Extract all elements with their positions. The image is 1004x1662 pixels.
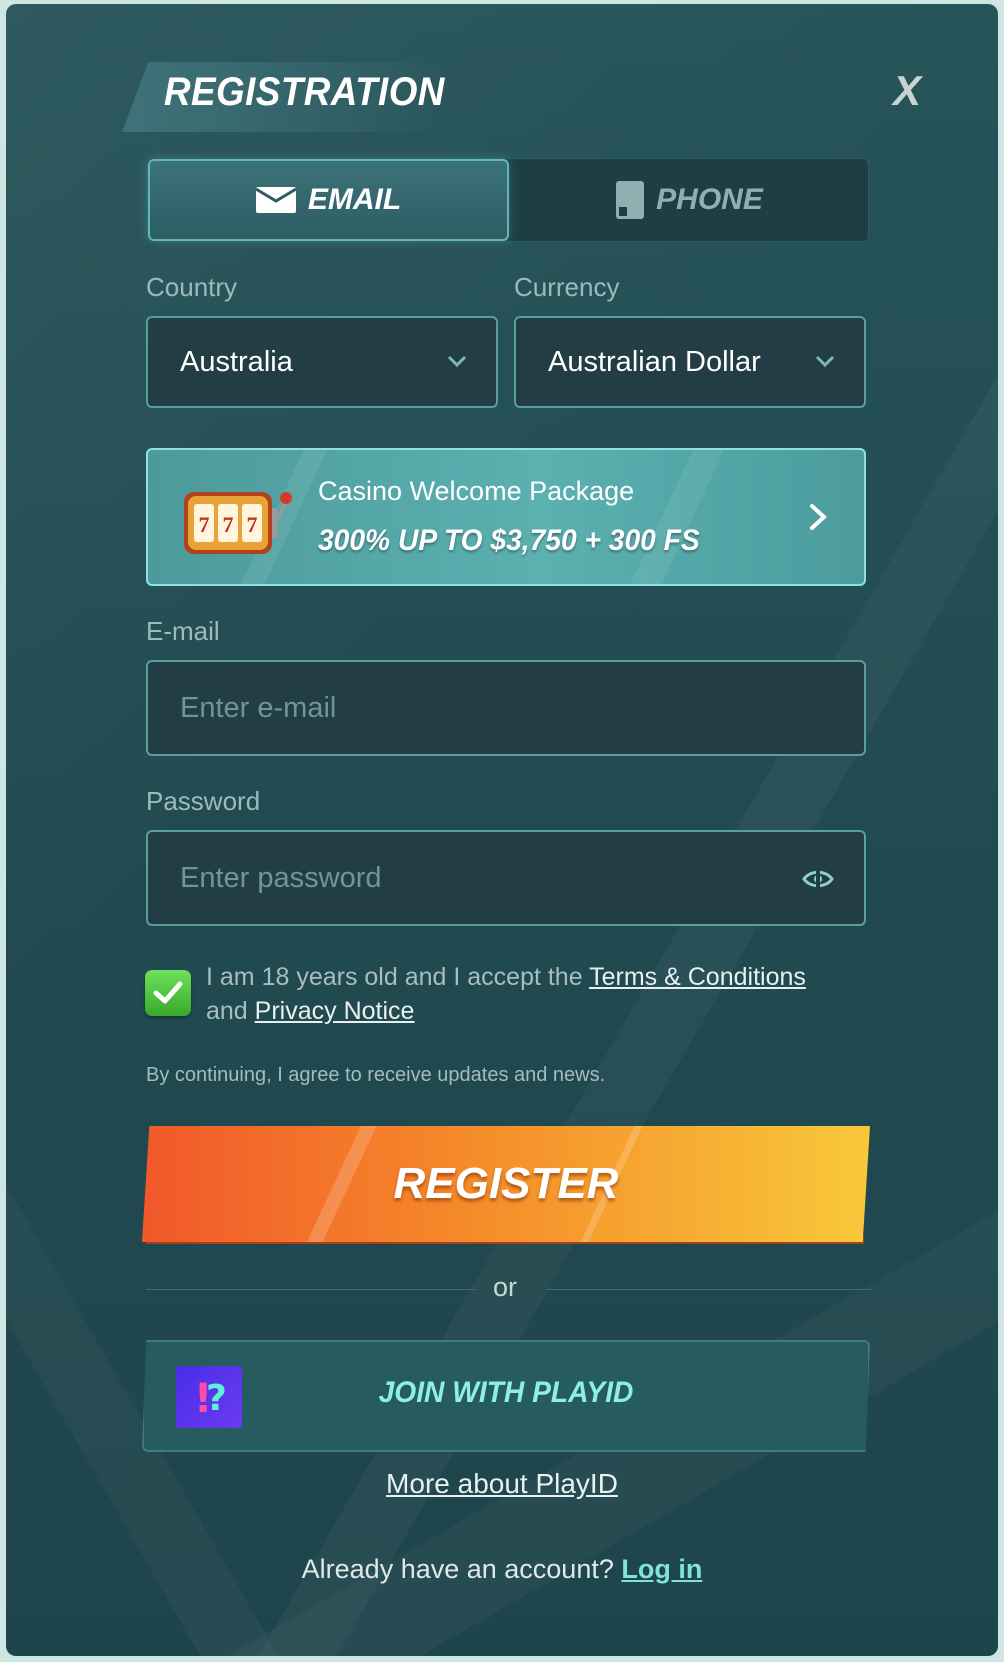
eye-toggle-icon[interactable] — [800, 864, 836, 894]
country-value: Australia — [180, 345, 293, 378]
country-select[interactable]: Australia — [146, 316, 498, 408]
login-prompt-text: Already have an account? — [301, 1554, 614, 1584]
tab-email-label: EMAIL — [307, 183, 402, 216]
login-link[interactable]: Log in — [621, 1554, 702, 1584]
privacy-link[interactable]: Privacy Notice — [255, 997, 415, 1025]
email-field[interactable]: Enter e-mail — [146, 660, 866, 756]
more-about-playid-link[interactable]: More about PlayID — [386, 1468, 618, 1499]
more-about-playid: More about PlayID — [6, 1468, 998, 1500]
title-banner: REGISTRATION — [122, 62, 452, 132]
svg-text:7: 7 — [247, 512, 258, 537]
tab-phone-label: PHONE — [656, 183, 763, 216]
email-label: E-mail — [146, 616, 220, 646]
register-label: REGISTER — [393, 1159, 619, 1208]
welcome-package-banner[interactable]: 7 7 7 Casino Welcome Package 300% UP TO … — [146, 448, 866, 586]
chevron-down-icon — [447, 355, 467, 368]
phone-icon — [616, 181, 645, 219]
consent-prefix: I am 18 years old and I accept the — [206, 963, 583, 991]
consent-checkbox[interactable] — [145, 970, 191, 1016]
divider-right — [546, 1289, 872, 1290]
close-icon: X — [892, 67, 921, 114]
login-prompt: Already have an account? Log in — [6, 1554, 998, 1585]
currency-label: Currency — [514, 272, 620, 302]
consent-text: I am 18 years old and I accept the Terms… — [206, 960, 846, 1028]
or-separator: or — [492, 1272, 517, 1302]
updates-notice: By continuing, I agree to receive update… — [146, 1064, 606, 1086]
svg-text:7: 7 — [199, 512, 210, 537]
join-playid-button[interactable]: ! ? JOIN WITH PLAYID — [142, 1340, 870, 1452]
currency-select[interactable]: Australian Dollar — [514, 316, 866, 408]
password-field[interactable]: Enter password — [146, 830, 866, 926]
password-label: Password — [146, 786, 261, 816]
auth-method-tabs: EMAIL PHONE — [147, 158, 869, 242]
tab-email[interactable]: EMAIL — [148, 159, 509, 241]
divider-left — [146, 1289, 476, 1290]
modal-title: REGISTRATION — [164, 70, 445, 114]
terms-link[interactable]: Terms & Conditions — [589, 963, 806, 991]
chevron-down-icon — [815, 355, 835, 368]
svg-text:7: 7 — [223, 512, 234, 537]
close-button[interactable]: X — [882, 66, 932, 116]
currency-value: Australian Dollar — [548, 345, 761, 378]
slot-machine-icon: 7 7 7 — [184, 492, 292, 554]
chevron-right-icon — [810, 504, 827, 530]
playid-label: JOIN WITH PLAYID — [378, 1376, 634, 1409]
email-placeholder: Enter e-mail — [180, 691, 337, 724]
registration-modal: REGISTRATION X EMAIL PHONE Country Austr… — [6, 4, 998, 1656]
promo-value: 300% UP TO $3,750 + 300 FS — [318, 524, 700, 557]
consent-middle: and — [206, 997, 248, 1025]
envelope-icon — [255, 187, 297, 213]
tab-phone[interactable]: PHONE — [509, 159, 870, 241]
promo-label: Casino Welcome Package — [318, 476, 635, 506]
register-button[interactable]: REGISTER — [142, 1126, 870, 1242]
password-placeholder: Enter password — [180, 861, 382, 894]
checkmark-icon — [153, 981, 183, 1004]
country-label: Country — [146, 272, 238, 302]
